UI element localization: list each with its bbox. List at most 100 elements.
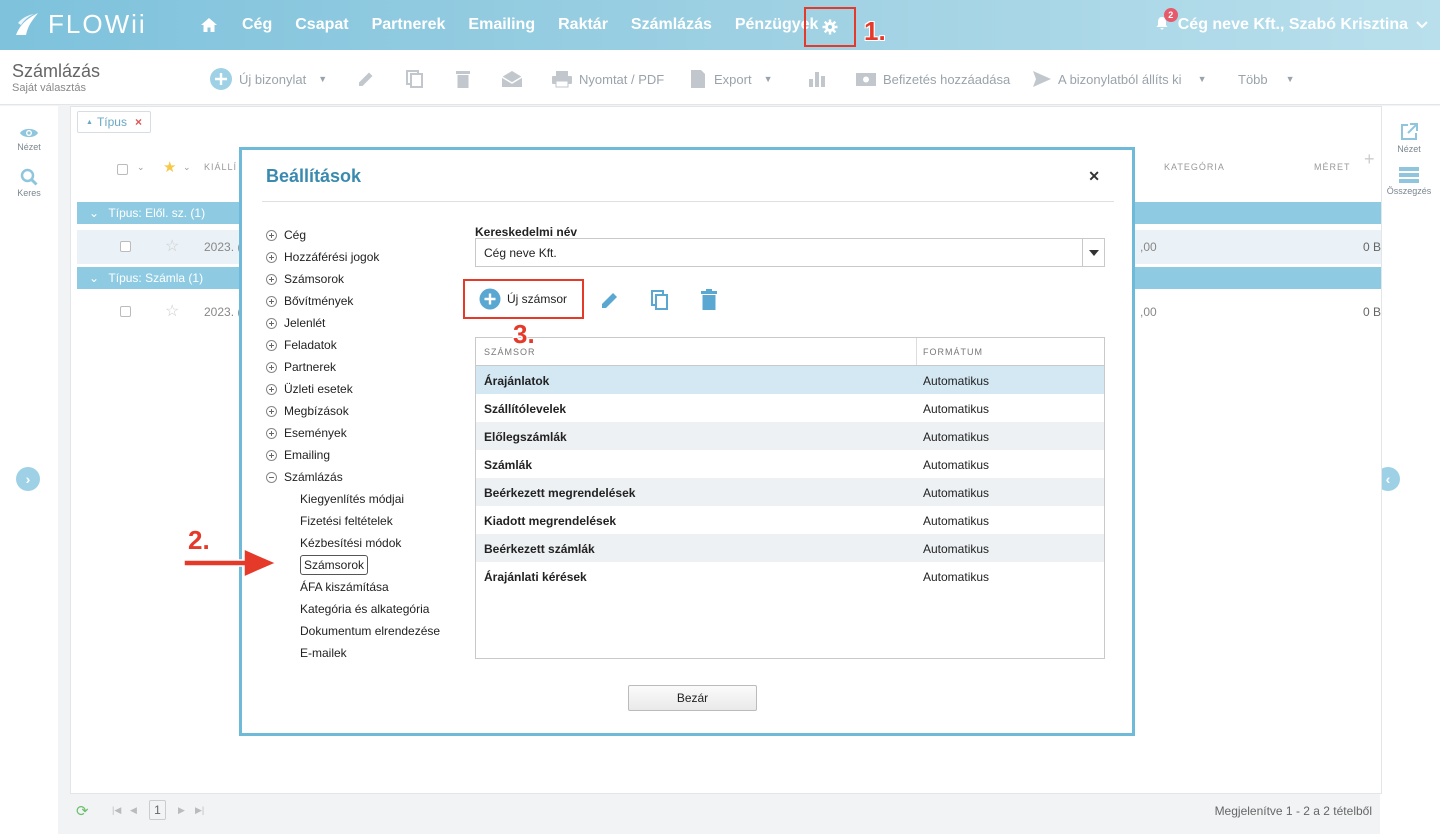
trade-name-select[interactable]: Cég neve Kft. <box>475 238 1105 267</box>
expand-plus-icon <box>266 317 277 329</box>
tree-item-uzleti-esetek[interactable]: Üzleti esetek <box>266 378 440 400</box>
delete-button[interactable] <box>455 67 471 91</box>
first-page-icon[interactable]: |◀ <box>112 805 121 816</box>
subtree-item-kiegyenlites-modjai[interactable]: Kiegyenlítés módjai <box>266 488 440 510</box>
prev-page-icon[interactable]: ◀ <box>130 805 137 816</box>
subtree-item-e-mailek[interactable]: E-mailek <box>266 642 440 664</box>
table-row[interactable]: Beérkezett megrendelések Automatikus <box>476 478 1104 506</box>
add-payment-button[interactable]: Befizetés hozzáadása <box>855 67 1010 91</box>
settings-tree: Cég Hozzáférési jogok Számsorok Bővítmén… <box>266 224 440 664</box>
bell-icon[interactable]: 2 <box>1156 7 1178 35</box>
row-checkbox[interactable] <box>120 306 131 317</box>
new-document-button[interactable]: Új bizonylat ▼ <box>209 67 327 91</box>
refresh-icon[interactable]: ⟳ <box>76 802 89 820</box>
subtree-item-kategoria[interactable]: Kategória és alkategória <box>266 598 440 620</box>
export-label: Export <box>714 71 752 87</box>
nav-emailing[interactable]: Emailing <box>468 16 535 34</box>
user-menu[interactable]: 2 Cég neve Kft., Szabó Krisztina <box>1156 0 1428 50</box>
tree-item-ceg[interactable]: Cég <box>266 224 440 246</box>
series-format: Automatikus <box>923 570 990 584</box>
export-button[interactable]: Export ▼ <box>690 67 773 91</box>
nav-szamlazas[interactable]: Számlázás <box>631 16 712 34</box>
print-pdf-button[interactable]: Nyomtat / PDF <box>551 67 664 91</box>
table-row[interactable]: Kiadott megrendelések Automatikus <box>476 506 1104 534</box>
edit-button[interactable] <box>357 67 375 91</box>
search-toggle[interactable]: Keres <box>0 168 58 198</box>
home-icon[interactable] <box>200 17 218 33</box>
subtree-item-szamsorok-selected[interactable]: Számsorok <box>266 554 440 576</box>
trash-icon[interactable] <box>698 289 720 311</box>
remove-filter-icon[interactable]: × <box>135 115 142 129</box>
subtree-label: Fizetési feltételek <box>300 514 393 528</box>
star-outline-icon[interactable]: ☆ <box>165 301 179 321</box>
select-caret-icon[interactable]: ⌄ <box>137 162 145 173</box>
tree-item-szamsorok[interactable]: Számsorok <box>266 268 440 290</box>
last-page-icon[interactable]: ▶| <box>195 805 204 816</box>
column-header-issued[interactable]: KIÁLLÍ <box>204 162 237 172</box>
send-arrow-icon <box>1033 71 1051 87</box>
dropdown-arrow-icon[interactable] <box>1082 239 1104 266</box>
star-outline-icon[interactable]: ☆ <box>165 236 179 256</box>
table-row[interactable]: Árajánlati kérések Automatikus <box>476 562 1104 590</box>
tree-item-jelenlet[interactable]: Jelenlét <box>266 312 440 334</box>
nav-csapat[interactable]: Csapat <box>295 16 348 34</box>
view-toggle[interactable]: Nézet <box>0 126 58 152</box>
table-row[interactable]: Beérkezett számlák Automatikus <box>476 534 1104 562</box>
row-date: 2023. ( <box>204 240 242 254</box>
page-number-input[interactable]: 1 <box>149 800 166 820</box>
new-number-series-button[interactable]: Új számsor <box>463 279 584 319</box>
right-view-button[interactable]: Nézet <box>1380 122 1438 154</box>
trade-name-label: Kereskedelmi név <box>475 225 578 239</box>
tree-item-szamlazas[interactable]: Számlázás <box>266 466 440 488</box>
annotation-step-1: 1. <box>864 16 886 46</box>
series-format: Automatikus <box>923 402 990 416</box>
expand-left-button[interactable]: › <box>16 467 40 491</box>
type-filter-chip[interactable]: ▲ Típus × <box>77 111 151 133</box>
nav-raktar[interactable]: Raktár <box>558 16 608 34</box>
tree-item-megbizasok[interactable]: Megbízások <box>266 400 440 422</box>
copy-icon[interactable] <box>649 289 671 311</box>
series-format: Automatikus <box>923 542 990 556</box>
tree-item-partnerek[interactable]: Partnerek <box>266 356 440 378</box>
email-button[interactable] <box>501 67 523 91</box>
star-caret-icon[interactable]: ⌄ <box>183 162 191 173</box>
subtree-item-kezbesitesi-modok[interactable]: Kézbesítési módok <box>266 532 440 554</box>
table-row[interactable]: Számlák Automatikus <box>476 450 1104 478</box>
star-icon[interactable]: ★ <box>163 158 176 176</box>
tree-label: Cég <box>284 228 307 242</box>
settings-gear-button[interactable] <box>804 7 856 47</box>
more-button[interactable]: Több ▼ <box>1238 67 1295 91</box>
expand-plus-icon <box>266 405 277 417</box>
column-header-size[interactable]: MÉRET <box>1314 162 1351 172</box>
subtree-item-afa-kiszamitasa[interactable]: ÁFA kiszámítása <box>266 576 440 598</box>
flowii-logo[interactable]: FLOWii <box>12 7 147 41</box>
next-page-icon[interactable]: ▶ <box>178 805 185 816</box>
tree-item-bovitmenyek[interactable]: Bővítmények <box>266 290 440 312</box>
table-row[interactable]: Előlegszámlák Automatikus <box>476 422 1104 450</box>
tree-item-hozzaferesi-jogok[interactable]: Hozzáférési jogok <box>266 246 440 268</box>
close-icon[interactable]: ✕ <box>1088 168 1100 185</box>
tree-item-emailing[interactable]: Emailing <box>266 444 440 466</box>
column-header-format[interactable]: FORMÁTUM <box>916 338 983 365</box>
select-all-checkbox[interactable] <box>117 164 128 175</box>
pencil-icon[interactable] <box>599 289 621 311</box>
copy-button[interactable] <box>405 67 425 91</box>
series-name: Beérkezett számlák <box>484 542 595 556</box>
nav-partnerek[interactable]: Partnerek <box>372 16 446 34</box>
tree-label: Jelenlét <box>284 316 326 330</box>
nav-ceg[interactable]: Cég <box>242 16 272 34</box>
row-checkbox[interactable] <box>120 241 131 252</box>
convert-document-button[interactable]: A bizonylatból állíts ki ▼ <box>1032 67 1207 91</box>
add-column-icon[interactable]: + <box>1364 149 1375 170</box>
tree-item-feladatok[interactable]: Feladatok <box>266 334 440 356</box>
table-row[interactable]: Árajánlatok Automatikus <box>476 366 1104 394</box>
main-nav: Cég Csapat Partnerek Emailing Raktár Szá… <box>200 0 841 50</box>
subtree-item-fizetesi-feltetelek[interactable]: Fizetési feltételek <box>266 510 440 532</box>
column-header-category[interactable]: KATEGÓRIA <box>1164 162 1225 172</box>
statistics-button[interactable] <box>808 67 826 91</box>
subtree-item-dokumentum-elrendezese[interactable]: Dokumentum elrendezése <box>266 620 440 642</box>
summary-button[interactable]: Összegzés <box>1380 166 1438 196</box>
table-row[interactable]: Szállítólevelek Automatikus <box>476 394 1104 422</box>
close-button[interactable]: Bezár <box>628 685 757 711</box>
tree-item-esemenyek[interactable]: Események <box>266 422 440 444</box>
